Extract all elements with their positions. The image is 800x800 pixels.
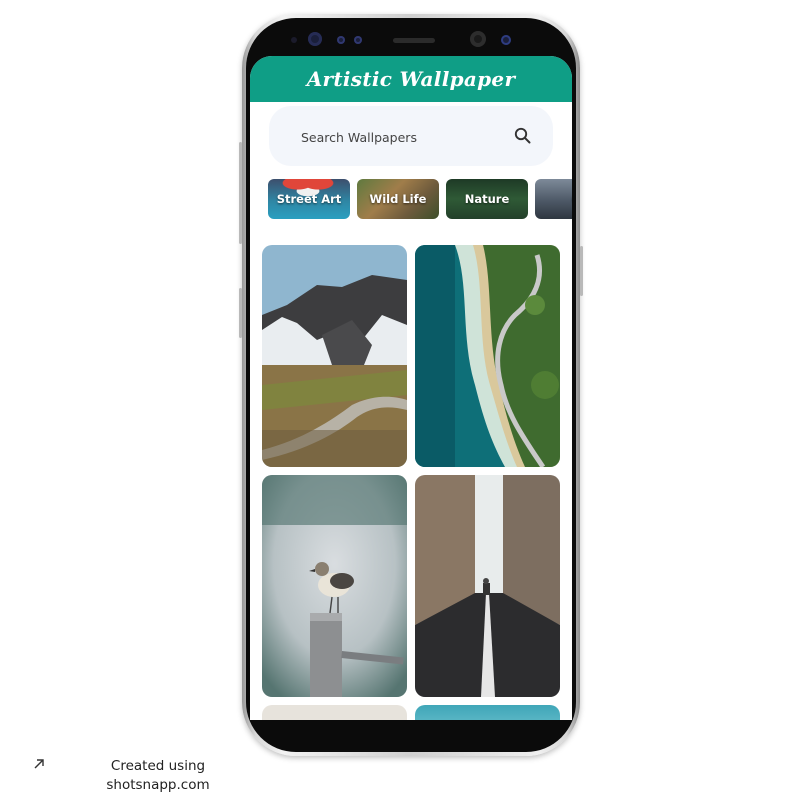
category-label: Nature [464, 192, 510, 206]
wallpaper-coastal-road[interactable] [415, 245, 560, 467]
app-bar: Artistic Wallpaper [250, 56, 572, 102]
app-screen: Artistic Wallpaper Street Art Wild Life … [250, 56, 572, 720]
wallpaper-mountain-road[interactable] [262, 245, 407, 467]
proximity-sensor [291, 37, 297, 43]
power-button [580, 246, 583, 296]
app-title: Artistic Wallpaper [306, 67, 516, 91]
category-street-art[interactable]: Street Art [268, 179, 350, 219]
iris-scanner-icon [308, 32, 322, 46]
category-label: Street Art [276, 192, 342, 206]
front-camera [470, 31, 486, 47]
search-input[interactable] [299, 126, 503, 148]
sensor-dot [354, 36, 362, 44]
iris-camera [501, 35, 511, 45]
category-label: Wild Life [369, 192, 427, 206]
category-list: Street Art Wild Life Nature C [268, 179, 572, 221]
search-bar[interactable] [269, 106, 553, 166]
earpiece-speaker [393, 38, 435, 43]
volume-button [239, 142, 242, 244]
credit-line-1: Created using [110, 758, 206, 774]
credit-line-2: shotsnapp.com [106, 777, 210, 793]
external-link-icon[interactable] [33, 758, 45, 770]
wallpaper-canyon-road[interactable] [415, 475, 560, 697]
sensor-dot [337, 36, 345, 44]
search-icon[interactable] [513, 126, 533, 146]
category-nature[interactable]: Nature [446, 179, 528, 219]
wallpaper-partial[interactable] [262, 705, 407, 720]
wallpaper-partial[interactable] [415, 705, 560, 720]
category-wild-life[interactable]: Wild Life [357, 179, 439, 219]
category-city[interactable]: C [535, 179, 572, 219]
bixby-button [239, 288, 242, 338]
credit-text[interactable]: Created using shotsnapp.com [96, 757, 220, 795]
wallpaper-bird-on-post[interactable] [262, 475, 407, 697]
